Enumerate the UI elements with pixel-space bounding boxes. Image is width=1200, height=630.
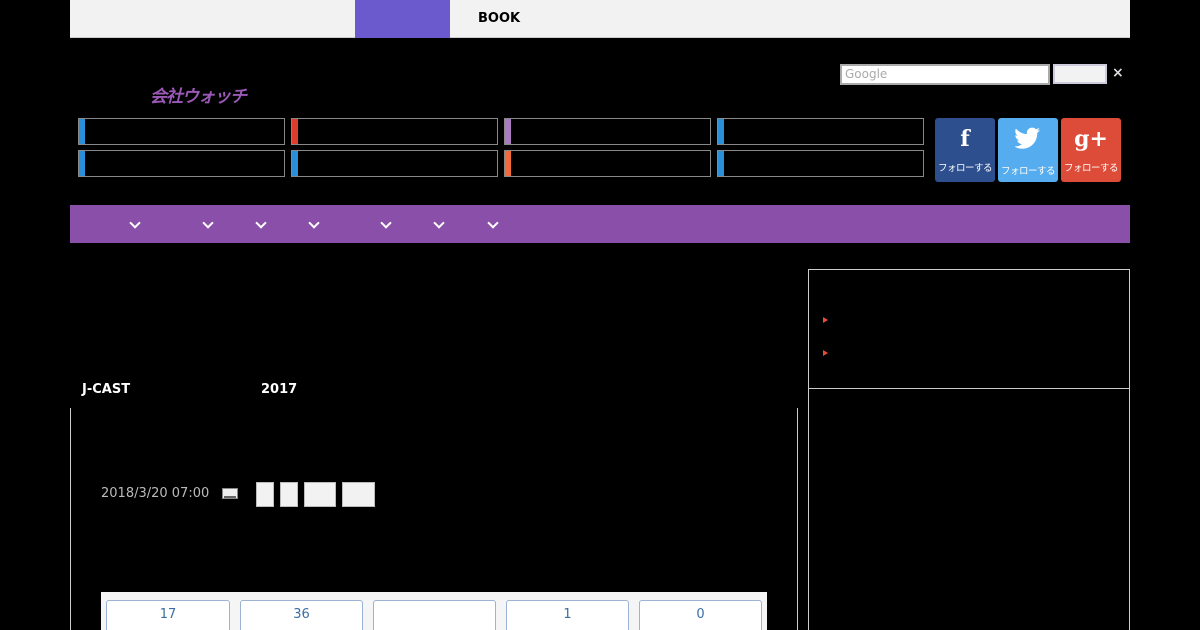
twitter-follow-button[interactable]: フォローする xyxy=(998,118,1058,182)
google-plus-icon: g+ xyxy=(1074,126,1108,152)
category-link[interactable] xyxy=(504,150,711,177)
bullet-icon xyxy=(823,317,828,323)
follow-label: フォローする xyxy=(1000,166,1056,177)
article-date: 2018/3/20 07:00 xyxy=(101,486,210,501)
chevron-down-icon[interactable] xyxy=(381,220,391,230)
category-link[interactable] xyxy=(291,118,498,145)
category-link[interactable] xyxy=(717,118,924,145)
category-link[interactable] xyxy=(504,118,711,145)
bullet-icon xyxy=(823,350,828,356)
close-icon[interactable]: × xyxy=(1112,65,1124,81)
follow-label: フォローする xyxy=(937,163,993,174)
site-logo[interactable]: 会社ウォッチ xyxy=(150,82,247,107)
share-count[interactable]: 0 xyxy=(639,600,762,630)
sidebar-box xyxy=(808,269,1130,389)
share-button[interactable] xyxy=(342,482,375,507)
facebook-follow-button[interactable]: f フォローする xyxy=(935,118,995,182)
share-count[interactable]: 1 xyxy=(506,600,629,630)
category-link[interactable] xyxy=(78,150,285,177)
chevron-down-icon[interactable] xyxy=(309,220,319,230)
chevron-down-icon[interactable] xyxy=(203,220,213,230)
chevron-down-icon[interactable] xyxy=(434,220,444,230)
category-link[interactable] xyxy=(717,150,924,177)
share-button[interactable] xyxy=(256,482,274,507)
share-button[interactable] xyxy=(304,482,336,507)
sidebar-ad-area xyxy=(808,389,1130,630)
follow-label: フォローする xyxy=(1063,163,1119,174)
chevron-down-icon[interactable] xyxy=(130,220,140,230)
facebook-icon: f xyxy=(960,126,970,152)
breadcrumb-year[interactable]: 2017 xyxy=(261,382,297,397)
share-button[interactable] xyxy=(280,482,298,507)
search-input[interactable]: Google xyxy=(840,64,1050,85)
chevron-down-icon[interactable] xyxy=(256,220,266,230)
breadcrumb-source[interactable]: J-CAST xyxy=(82,382,130,397)
category-link[interactable] xyxy=(78,118,285,145)
main-nav xyxy=(70,205,1130,243)
top-nav-book-link[interactable]: BOOK xyxy=(478,11,520,26)
print-icon[interactable] xyxy=(222,488,238,499)
search-button[interactable] xyxy=(1053,64,1107,84)
top-nav-active-tab[interactable] xyxy=(355,0,450,38)
share-count[interactable]: 17 xyxy=(106,600,230,630)
google-plus-follow-button[interactable]: g+ フォローする xyxy=(1061,118,1121,182)
twitter-icon xyxy=(998,127,1058,154)
chevron-down-icon[interactable] xyxy=(488,220,498,230)
top-nav: BOOK xyxy=(70,0,1130,38)
share-count[interactable]: 36 xyxy=(240,600,363,630)
category-link[interactable] xyxy=(291,150,498,177)
share-count[interactable] xyxy=(373,600,496,630)
